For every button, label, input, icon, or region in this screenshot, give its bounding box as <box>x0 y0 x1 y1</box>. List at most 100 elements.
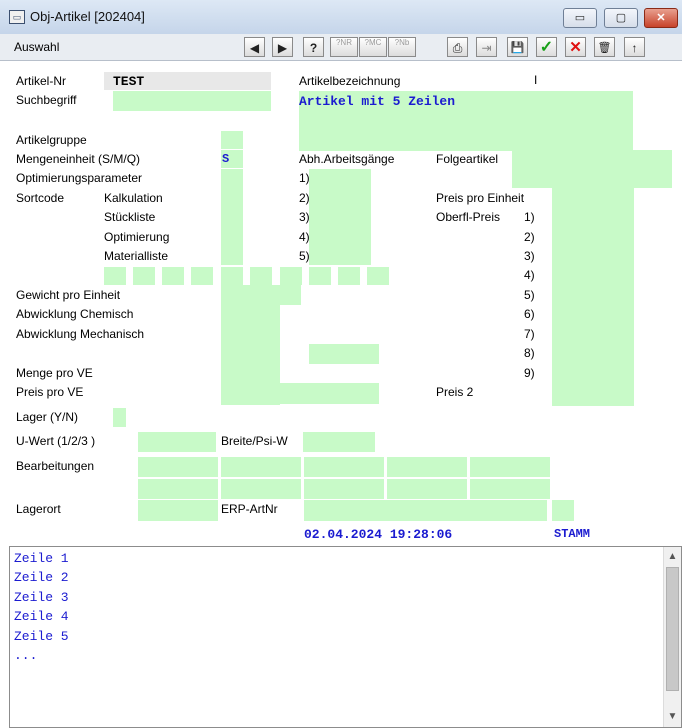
materialliste-box-8[interactable] <box>338 267 360 285</box>
bearbeitung-field-3[interactable] <box>304 457 384 477</box>
label-lager: Lager (Y/N) <box>16 410 79 424</box>
export-icon[interactable]: ⇥ <box>476 37 497 57</box>
oberfl-number-3: 3) <box>524 249 535 263</box>
oberfl-number-9: 9) <box>524 366 535 380</box>
oberfl-number-8: 8) <box>524 346 535 360</box>
oberfl-number-6: 6) <box>524 307 535 321</box>
title-bar[interactable]: ▭ Obj-Artikel [202404] ▭ ▢ ✕ <box>0 0 682 35</box>
memo-line-6: ... <box>14 648 38 663</box>
materialliste-box-6[interactable] <box>280 267 302 285</box>
materialliste-box-5[interactable] <box>250 267 272 285</box>
label-materialliste: Materialliste <box>104 249 169 263</box>
label-lagerort: Lagerort <box>16 502 61 516</box>
bearbeitung-field-8[interactable] <box>304 479 384 499</box>
next-record-button[interactable]: ▶ <box>272 37 293 57</box>
timestamp: 02.04.2024 19:28:06 <box>304 527 453 542</box>
lager-field[interactable] <box>113 408 126 427</box>
erp-extra-field[interactable] <box>552 500 574 521</box>
breite-psi-w-field[interactable] <box>303 432 375 452</box>
folgeartikel-field[interactable] <box>512 150 672 188</box>
prev-record-button[interactable]: ◀ <box>244 37 265 57</box>
scroll-up-icon[interactable]: ▲ <box>664 549 681 565</box>
bearbeitung-field-6[interactable] <box>138 479 218 499</box>
label-artikel-nr: Artikel-Nr <box>16 74 66 88</box>
label-preis-2: Preis 2 <box>436 385 474 399</box>
label-artikelgruppe: Artikelgruppe <box>16 133 87 147</box>
memo-line-2: Zeile 2 <box>14 570 69 585</box>
oberfl-number-1: 1) <box>524 210 535 224</box>
scroll-thumb[interactable] <box>666 567 679 691</box>
materialliste-box-3[interactable] <box>162 267 184 285</box>
bearbeitung-field-2[interactable] <box>221 457 301 477</box>
label-oberfl-preis: Oberfl-Preis <box>436 210 501 224</box>
bearbeitung-field-9[interactable] <box>387 479 467 499</box>
gewicht-pro-einheit-field[interactable] <box>233 285 301 305</box>
materialliste-box-9[interactable] <box>367 267 389 285</box>
label-preis-pro-ve: Preis pro VE <box>16 385 84 399</box>
u-wert-field[interactable] <box>138 432 216 452</box>
label-bearbeitungen: Bearbeitungen <box>16 459 95 473</box>
abwicklung-extra-field[interactable] <box>309 344 379 364</box>
delete-trash-icon[interactable]: 🗑 <box>594 37 615 57</box>
label-folgeartikel: Folgeartikel <box>436 152 499 166</box>
maximize-button[interactable]: ▢ <box>604 8 638 28</box>
label-preis-pro-einheit: Preis pro Einheit <box>436 191 525 205</box>
oberfl-number-4: 4) <box>524 268 535 282</box>
lookup-mc-button[interactable]: ?MC <box>359 37 387 57</box>
oberfl-number-5: 5) <box>524 288 535 302</box>
minimize-button[interactable]: ▭ <box>563 8 597 28</box>
materialliste-box-2[interactable] <box>133 267 155 285</box>
abwicklung-menge-preis-fields[interactable] <box>221 305 280 405</box>
menu-auswahl[interactable]: Auswahl <box>14 40 59 54</box>
label-breite-psi-w: Breite/Psi-W <box>221 434 288 448</box>
memo-scrollbar[interactable]: ▲ ▼ <box>663 547 681 727</box>
preis-pro-einheit-field[interactable] <box>552 188 634 210</box>
print-icon[interactable]: ⎙ <box>447 37 468 57</box>
erp-artnr-field[interactable] <box>304 500 547 521</box>
save-icon[interactable]: 💾 <box>507 37 528 57</box>
memo-line-4: Zeile 4 <box>14 609 69 624</box>
bearbeitung-field-7[interactable] <box>221 479 301 499</box>
materialliste-box-1[interactable] <box>104 267 126 285</box>
label-artikelbezeichnung: Artikelbezeichnung <box>299 74 401 88</box>
app-icon: ▭ <box>9 10 25 24</box>
label-suchbegriff: Suchbegriff <box>16 93 77 107</box>
bearbeitung-field-1[interactable] <box>138 457 218 477</box>
label-sortcode: Sortcode <box>16 191 65 205</box>
oberfl-preis-fields[interactable] <box>552 210 634 406</box>
label-optimierungsparameter: Optimierungsparameter <box>16 171 143 185</box>
memo-textarea[interactable]: Zeile 1 Zeile 2 Zeile 3 Zeile 4 Zeile 5 … <box>9 546 682 728</box>
label-optimierung: Optimierung <box>104 230 170 244</box>
ok-checkmark-icon[interactable]: ✓ <box>536 37 557 57</box>
bearbeitung-field-5[interactable] <box>470 457 550 477</box>
up-arrow-icon[interactable]: ↑ <box>624 37 645 57</box>
label-stueckliste: Stückliste <box>104 210 156 224</box>
suchbegriff-field[interactable] <box>113 91 271 111</box>
sortcode-fields[interactable] <box>221 169 243 265</box>
mengeneinheit-value: S <box>222 152 230 166</box>
lookup-nb-button[interactable]: ?Nb <box>388 37 416 57</box>
abh-arbeitsgaenge-fields[interactable] <box>309 169 371 265</box>
artikelbezeichnung-cursor: I <box>534 73 538 87</box>
bearbeitung-field-10[interactable] <box>470 479 550 499</box>
materialliste-box-7[interactable] <box>309 267 331 285</box>
label-abh-arbeitsgaenge: Abh.Arbeitsgänge <box>299 152 395 166</box>
obj-artikel-window: ▭ Obj-Artikel [202404] ▭ ▢ ✕ Auswahl ◀ ▶… <box>0 0 682 728</box>
artikelgruppe-field[interactable] <box>221 131 243 149</box>
help-button[interactable]: ? <box>303 37 324 57</box>
materialliste-box-4[interactable] <box>191 267 213 285</box>
artikel-nr-value: TEST <box>113 74 145 89</box>
label-mengeneinheit: Mengeneinheit (S/M/Q) <box>16 152 141 166</box>
label-erp-artnr: ERP-ArtNr <box>221 502 278 516</box>
label-abwicklung-chemisch: Abwicklung Chemisch <box>16 307 134 321</box>
oberfl-number-2: 2) <box>524 230 535 244</box>
memo-line-3: Zeile 3 <box>14 590 69 605</box>
status-label: STAMM <box>554 527 591 541</box>
bearbeitung-field-4[interactable] <box>387 457 467 477</box>
scroll-down-icon[interactable]: ▼ <box>664 709 681 725</box>
cancel-x-icon[interactable]: ✕ <box>565 37 586 57</box>
close-window-button[interactable]: ✕ <box>644 8 678 28</box>
lookup-nr-button[interactable]: ?NR <box>330 37 358 57</box>
preis-pro-ve-field[interactable] <box>280 383 379 404</box>
lagerort-field[interactable] <box>138 500 218 521</box>
